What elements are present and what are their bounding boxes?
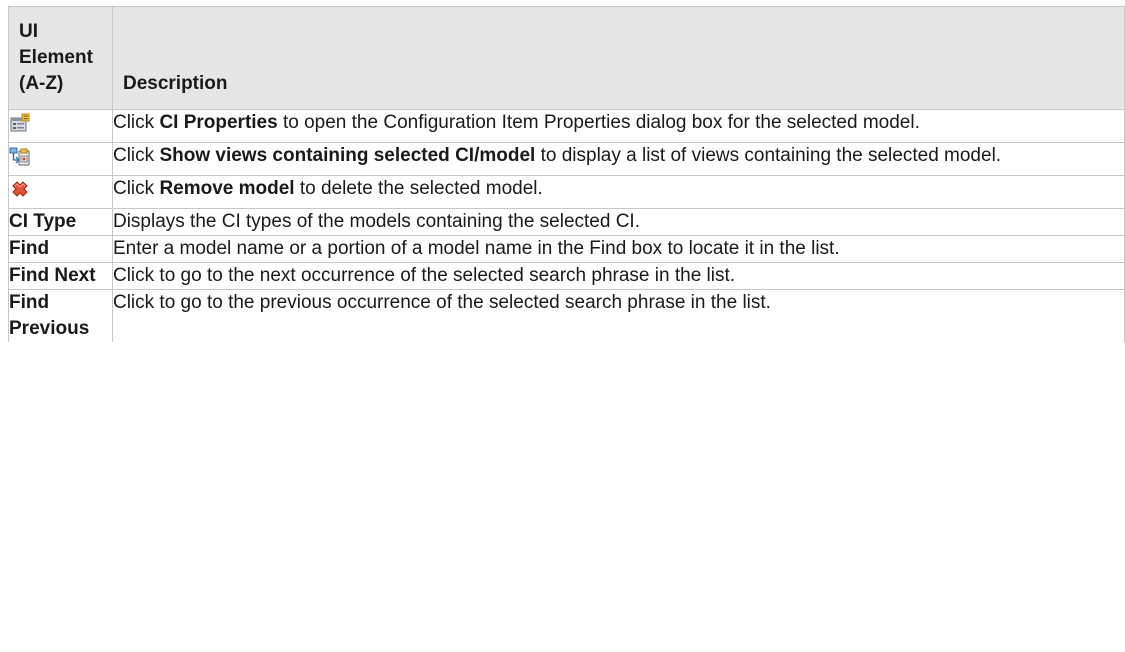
table-row: Click Remove model to delete the selecte…: [8, 175, 1125, 209]
column-header-description: Description: [111, 6, 1125, 110]
element-cell: [8, 142, 113, 176]
description-cell: Click Remove model to delete the selecte…: [111, 175, 1125, 209]
ui-term: CI Properties: [159, 112, 278, 133]
show-views-icon: [9, 145, 31, 167]
table-header-row: UI Element (A-Z) Description: [8, 6, 1125, 110]
table-row: CI Type Displays the CI types of the mod…: [8, 208, 1125, 236]
column-header-ui-element: UI Element (A-Z): [8, 6, 113, 110]
ci-properties-icon: [9, 112, 31, 134]
element-label: Find: [8, 235, 113, 263]
table-row: Find Next Click to go to the next occurr…: [8, 262, 1125, 290]
element-label: Find Previous: [8, 289, 113, 342]
ui-term: Remove model: [159, 178, 295, 199]
table-row: Find Enter a model name or a portion of …: [8, 235, 1125, 263]
ui-elements-table: UI Element (A-Z) Description Click CI Pr…: [8, 6, 1125, 342]
element-label: Find Next: [8, 262, 113, 290]
description-cell: Click to go to the next occurrence of th…: [111, 262, 1125, 290]
description-cell: Click to go to the previous occurrence o…: [111, 289, 1125, 342]
element-cell: [8, 175, 113, 209]
ui-term: Show views containing selected CI/model: [159, 145, 536, 166]
table-row: Click CI Properties to open the Configur…: [8, 109, 1125, 143]
description-cell: Click Show views containing selected CI/…: [111, 142, 1125, 176]
description-cell: Click CI Properties to open the Configur…: [111, 109, 1125, 143]
description-cell: Enter a model name or a portion of a mod…: [111, 235, 1125, 263]
element-label: CI Type: [8, 208, 113, 236]
table-row: Find Previous Click to go to the previou…: [8, 289, 1125, 342]
element-cell: [8, 109, 113, 143]
description-cell: Displays the CI types of the models cont…: [111, 208, 1125, 236]
remove-model-icon: [9, 178, 31, 200]
table-row: Click Show views containing selected CI/…: [8, 142, 1125, 176]
